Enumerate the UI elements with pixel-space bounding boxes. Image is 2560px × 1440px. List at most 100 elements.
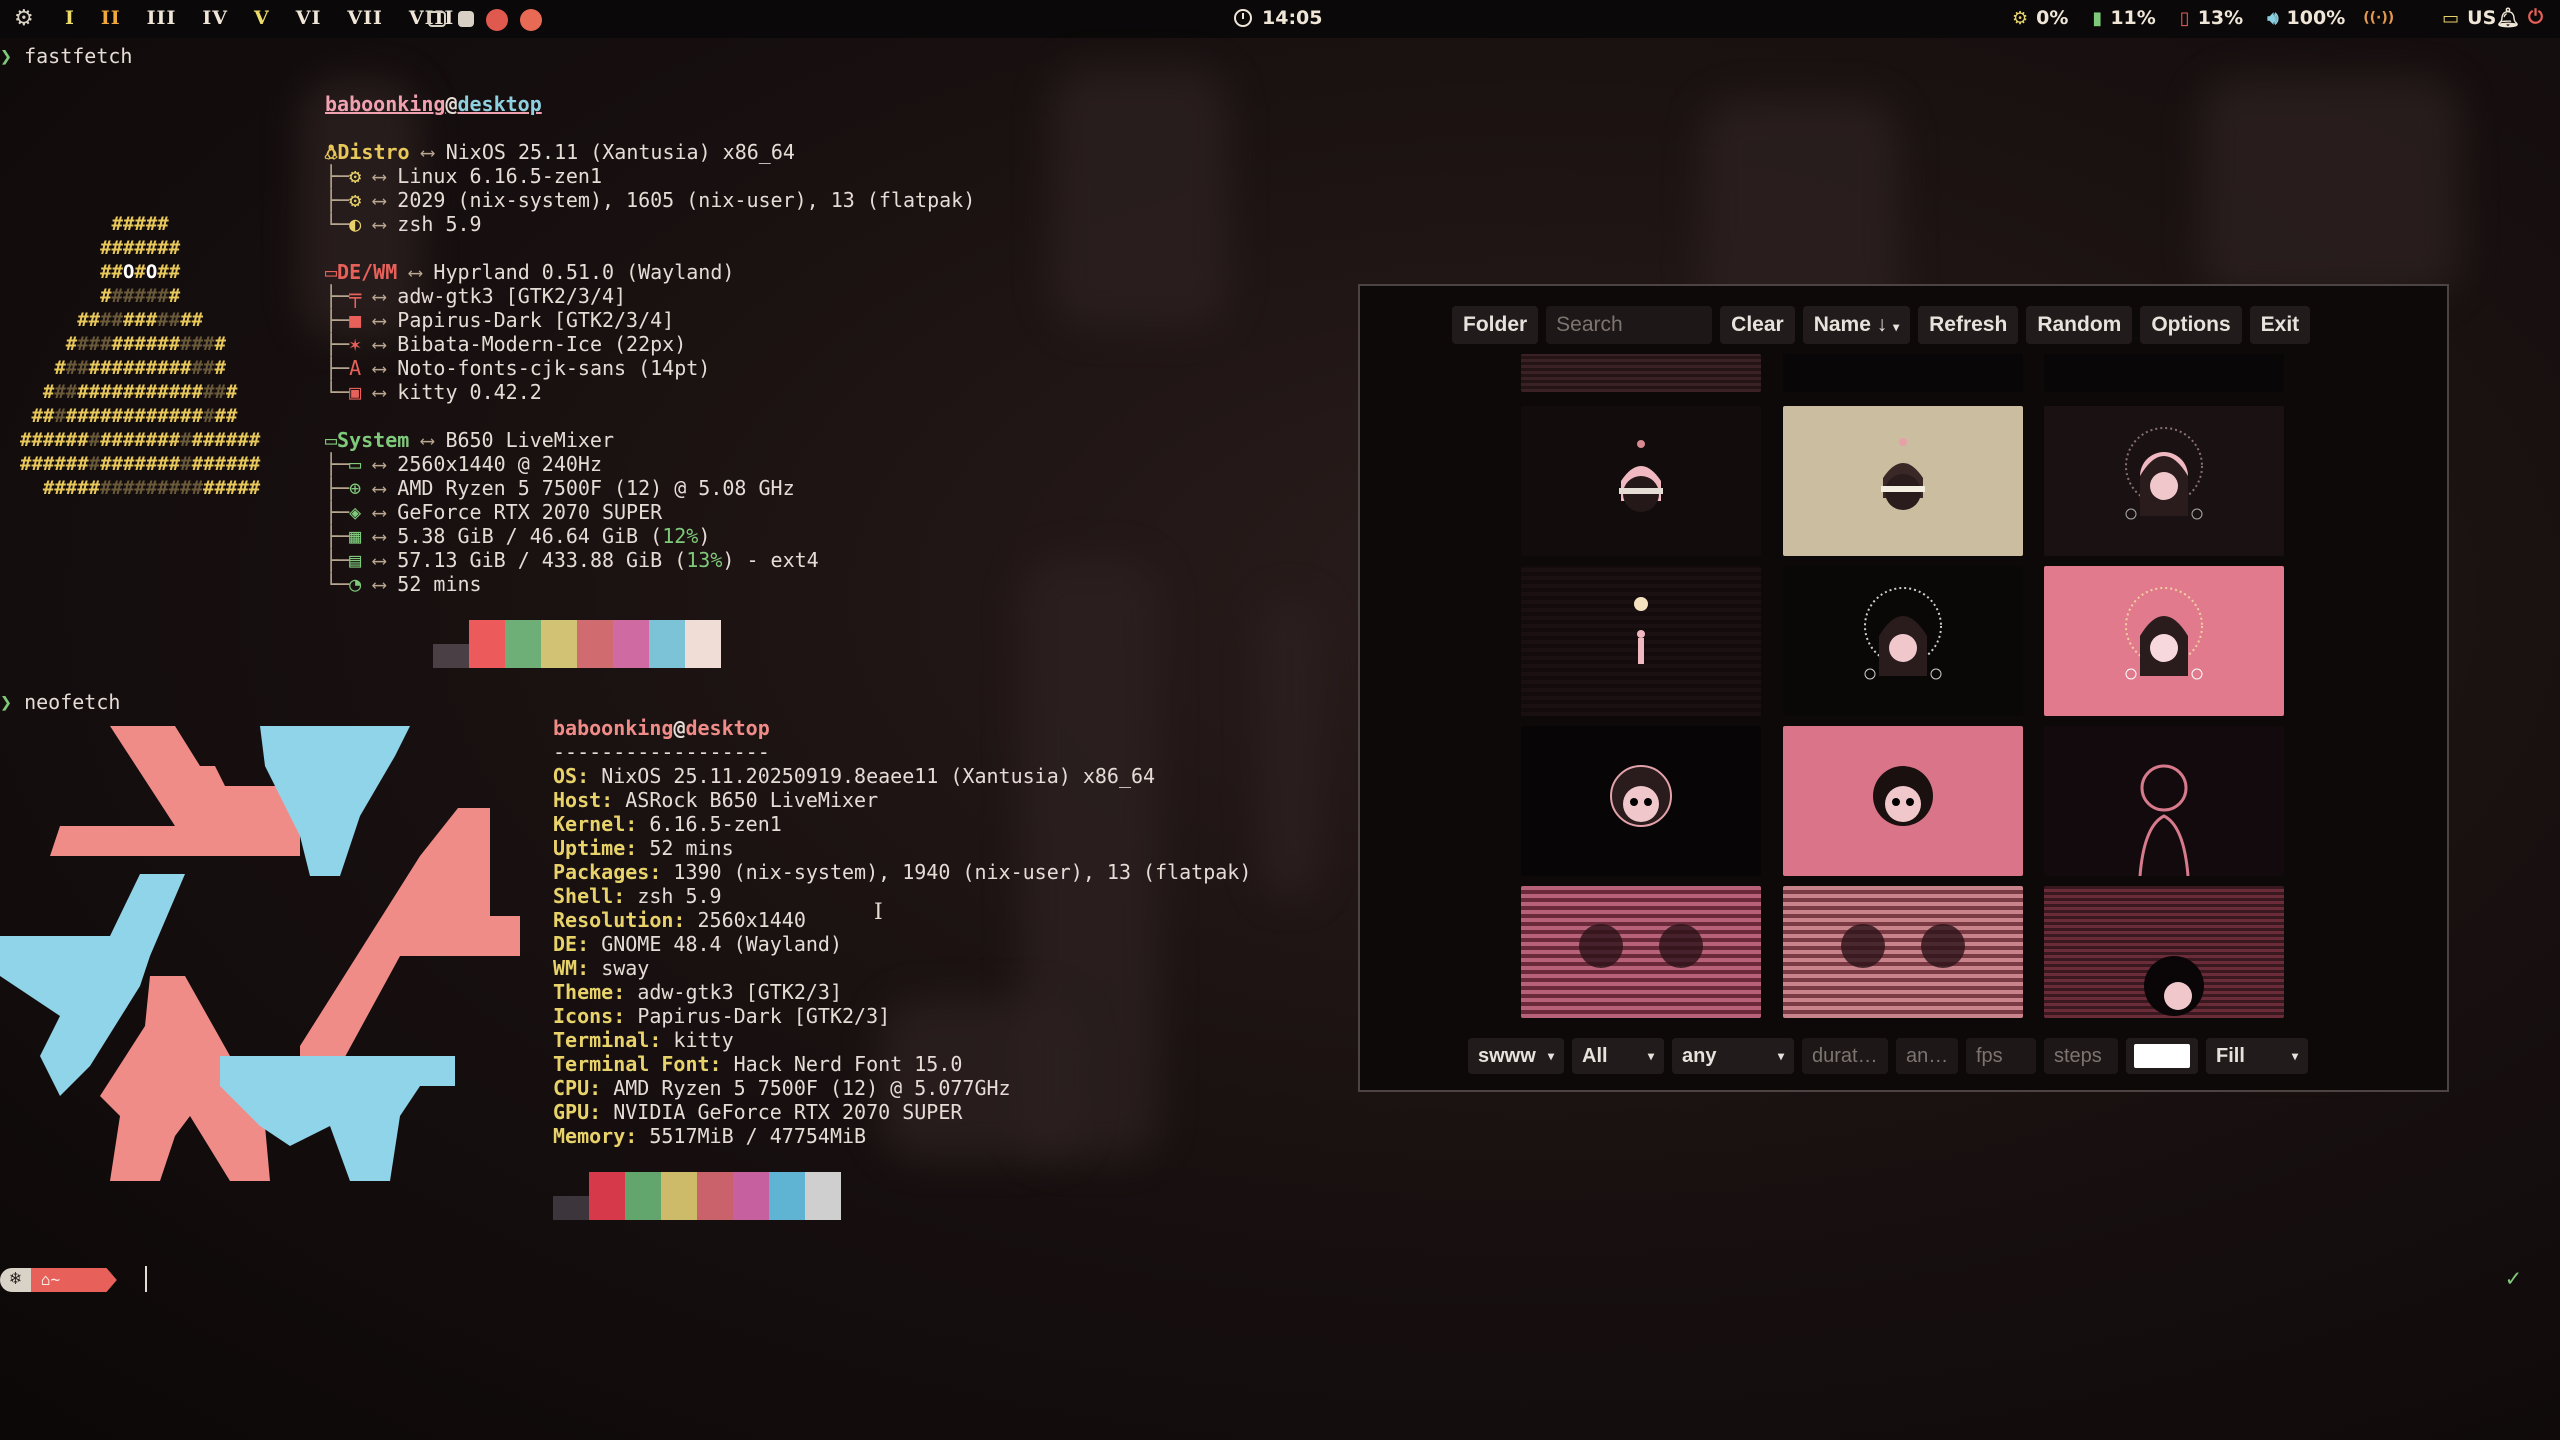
display-value: 2560x1440 @ 240Hz [397, 452, 602, 476]
moon-figure-art-icon [1634, 597, 1648, 664]
neofetch-value: zsh 5.9 [637, 884, 722, 908]
distro-value: NixOS 25.11 (Xantusia) x86_64 [445, 140, 795, 164]
skull-girl-art-icon [1610, 765, 1672, 827]
wallpaper-thumbnail[interactable] [1783, 566, 2023, 716]
sort-label: Name ↓ [1813, 313, 1888, 336]
angle-input[interactable]: an… [1896, 1038, 1958, 1074]
duration-input[interactable]: durat… [1802, 1038, 1888, 1074]
neofetch-label: OS [553, 764, 578, 788]
transition-select[interactable]: any ▾ [1672, 1038, 1794, 1074]
folder-button[interactable]: Folder [1452, 306, 1539, 344]
neofetch-line: GPU: NVIDIA GeForce RTX 2070 SUPER [553, 1100, 963, 1124]
workspace-6[interactable]: VI [283, 7, 335, 29]
notification-bell-icon[interactable]: 🔔︎ [2496, 6, 2520, 29]
search-input[interactable]: Search [1546, 306, 1713, 344]
neofetch-line: Theme: adw-gtk3 [GTK2/3] [553, 980, 843, 1004]
color-swatch [685, 620, 721, 668]
backend-select[interactable]: swww ▾ [1468, 1038, 1564, 1074]
steps-input[interactable]: steps [2044, 1038, 2118, 1074]
wallpaper-thumbnail[interactable] [1783, 726, 2023, 876]
neofetch-value: kitty [673, 1028, 734, 1052]
color-swatch [625, 1172, 661, 1220]
packages-value: 2029 (nix-system), 1605 (nix-user), 13 (… [397, 188, 976, 212]
neofetch-value: AMD Ryzen 5 7500F (12) @ 5.077GHz [613, 1076, 1011, 1100]
wallpaper-thumbnail[interactable] [2044, 566, 2284, 716]
fps-input[interactable]: fps [1966, 1038, 2036, 1074]
prompt-arrow-icon: ❯ [0, 690, 25, 714]
wallpaper-thumbnail[interactable] [2044, 726, 2284, 876]
neofetch-label: WM [553, 956, 578, 980]
workspace-5[interactable]: V [241, 7, 283, 29]
wallpaper-thumbnail[interactable] [1521, 726, 1761, 876]
cpu-indicator[interactable]: ⚙ 0% [2012, 7, 2068, 29]
color-swatch [733, 1172, 769, 1220]
sort-dropdown[interactable]: Name ↓ ▾ [1802, 306, 1911, 344]
exit-button[interactable]: Exit [2249, 306, 2311, 344]
neofetch-label: Memory [553, 1124, 626, 1148]
picker-toolbar: Folder Search Clear Name ↓ ▾ Refresh Ran… [1452, 306, 2311, 344]
transition-value: any [1682, 1045, 1717, 1067]
background-blob [1260, 598, 1320, 898]
uptime-row: └─◔ ⟷ 52 mins [325, 572, 482, 596]
wallpaper-thumbnail[interactable] [2044, 406, 2284, 556]
dewm-row: ▭DE/WM ⟷ Hyprland 0.51.0 (Wayland) [325, 260, 735, 284]
font-row: ├─A ⟷ Noto-fonts-cjk-sans (14pt) [325, 356, 711, 380]
keyboard-indicator[interactable]: ▭ US [2442, 7, 2496, 29]
neofetch-line: CPU: AMD Ryzen 5 7500F (12) @ 5.077GHz [553, 1076, 1011, 1100]
color-swatch [649, 620, 685, 668]
clear-button[interactable]: Clear [1720, 306, 1795, 344]
power-icon[interactable]: ⏻ [2528, 6, 2543, 28]
picker-bottom-bar: swww ▾ All ▾ any ▾ durat… an… fps steps Fil… [1468, 1038, 2308, 1074]
clock-time: 14:05 [1262, 7, 1323, 29]
clock[interactable]: 14:05 [1234, 7, 1322, 29]
shell-value: zsh 5.9 [397, 212, 482, 236]
wallpaper-thumbnail[interactable] [1521, 566, 1761, 716]
skull-girl-art-icon [1873, 766, 1933, 826]
fastfetch-info: 🐧︎Distro ⟷ NixOS 25.11 (Xantusia) x86_64 [325, 140, 795, 164]
app-tray-icon[interactable] [486, 9, 508, 31]
wallpaper-thumbnail[interactable] [1783, 354, 2023, 392]
terminal-cursor[interactable] [145, 1266, 147, 1292]
options-button[interactable]: Options [2140, 306, 2242, 344]
chevron-down-icon: ▾ [1547, 1049, 1554, 1063]
workspace-4[interactable]: IV [189, 7, 241, 29]
app-tray-icon-2[interactable] [520, 9, 542, 31]
refresh-button[interactable]: Refresh [1918, 306, 2019, 344]
wallpaper-thumbnail[interactable] [1783, 406, 2023, 556]
neofetch-line: Host: ASRock B650 LiveMixer [553, 788, 879, 812]
cpu-value: AMD Ryzen 5 7500F (12) @ 5.08 GHz [397, 476, 795, 500]
volume-indicator[interactable]: 🔊︎ 100% ((·)) [2267, 7, 2394, 29]
nix-ascii-logo: ##### ####### ##O#O## ####### ##########… [20, 213, 261, 499]
fill-value: Fill [2216, 1045, 2245, 1067]
battery-icon: ▯ [2179, 7, 2190, 29]
calculator-icon[interactable] [458, 11, 474, 27]
wallpaper-thumbnail[interactable] [1521, 354, 1761, 392]
workspace-7[interactable]: VII [334, 7, 396, 29]
wallpaper-thumbnail[interactable] [2044, 886, 2284, 1018]
wallpaper-thumbnail[interactable] [1783, 886, 2023, 1018]
wallpaper-thumbnail[interactable] [1521, 886, 1761, 1018]
halo-girl-art-icon [2125, 587, 2203, 680]
color-swatch [697, 1172, 733, 1220]
random-button[interactable]: Random [2026, 306, 2133, 344]
cursor-value: Bibata-Modern-Ice (22px) [397, 332, 687, 356]
neofetch-value: NixOS 25.11.20250919.8eaee11 (Xantusia) … [601, 764, 1156, 788]
battery-indicator[interactable]: ▯ 13% [2180, 7, 2243, 29]
wallpaper-thumbnail[interactable] [2044, 354, 2284, 392]
workspace-3[interactable]: III [134, 7, 190, 29]
nixos-snowflake-logo [0, 726, 520, 1181]
fill-select[interactable]: Fill ▾ [2206, 1038, 2308, 1074]
memory-indicator[interactable]: ▮ 11% [2092, 7, 2155, 29]
keyboard-layout: US [2467, 7, 2497, 29]
window-icon[interactable] [428, 11, 446, 27]
workspace-1[interactable]: I [52, 7, 88, 29]
launcher-gear-icon[interactable]: ⚙ [14, 6, 34, 31]
neofetch-prompt: ❯ neofetch [0, 690, 120, 714]
color-swatch [433, 644, 469, 668]
workspace-2-active[interactable]: II [88, 7, 134, 29]
color-swatch [541, 620, 577, 668]
neofetch-command: neofetch [24, 690, 121, 714]
color-picker-button[interactable] [2126, 1038, 2198, 1074]
filter-select[interactable]: All ▾ [1572, 1038, 1664, 1074]
wallpaper-thumbnail[interactable] [1521, 406, 1761, 556]
